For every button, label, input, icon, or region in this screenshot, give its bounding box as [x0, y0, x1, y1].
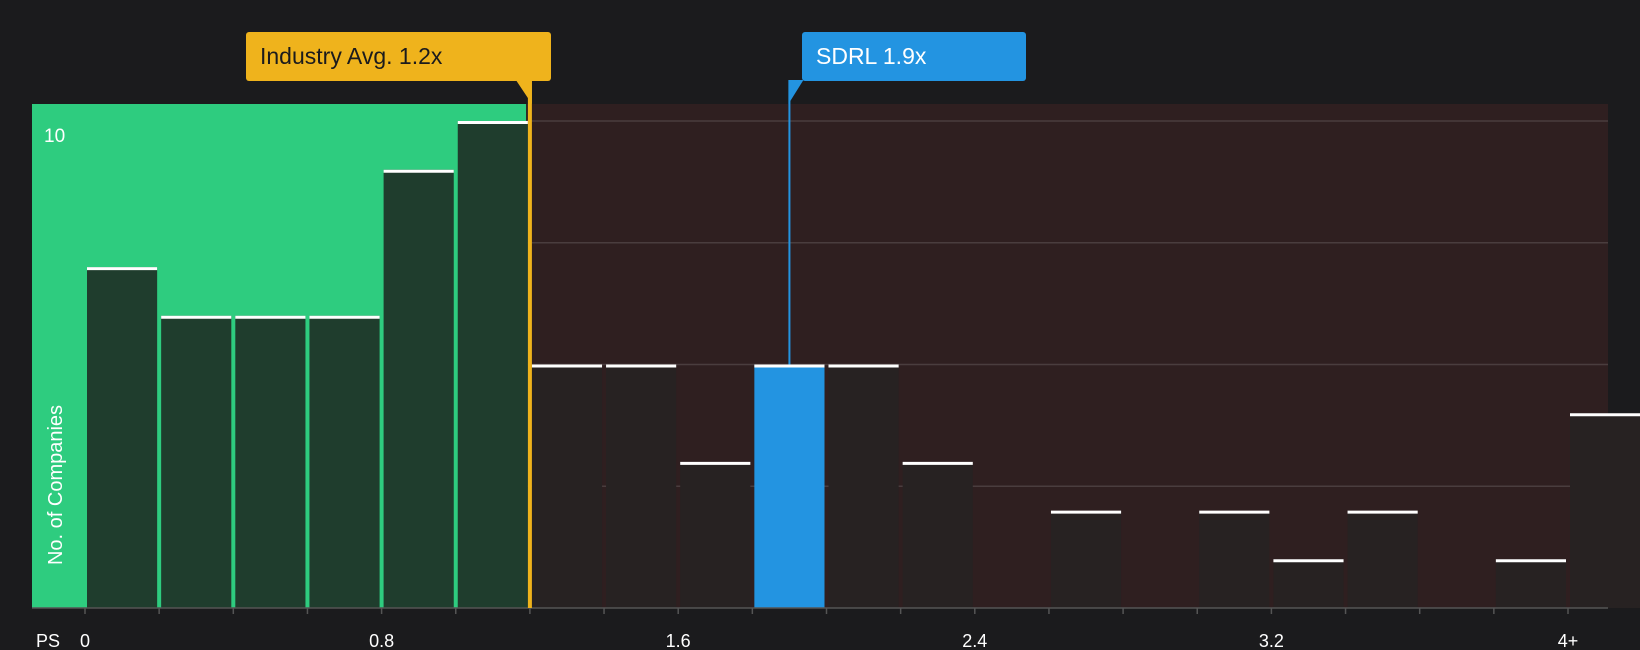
bar-5 — [457, 121, 528, 608]
bar-13 — [1050, 510, 1122, 608]
bar-11 — [902, 461, 973, 608]
bar-6 — [531, 364, 603, 608]
bar-8 — [680, 461, 751, 608]
bar-16 — [1273, 559, 1344, 608]
y-tick-label-0: 10 — [44, 126, 65, 147]
y-axis-ticks: 10 — [44, 126, 65, 147]
x-tick-label-2: 1.6 — [666, 631, 691, 650]
bar-19 — [1495, 559, 1566, 608]
bar-10 — [828, 364, 899, 608]
x-tick-label-5: 4+ — [1558, 631, 1579, 650]
industry-avg-callout: Industry Avg. 1.2x — [246, 32, 551, 81]
bar-2 — [235, 315, 306, 608]
x-tick-label-3: 2.4 — [962, 631, 987, 650]
x-axis-title: PS — [36, 631, 60, 650]
y-axis-title: No. of Companies — [45, 405, 67, 565]
company-callout: SDRL 1.9x — [802, 32, 1026, 81]
bar-17 — [1347, 510, 1418, 608]
company-callout-pointer — [788, 80, 804, 104]
bar-7 — [606, 364, 677, 608]
x-tick-label-1: 0.8 — [369, 631, 394, 650]
x-tick-label-4: 3.2 — [1259, 631, 1284, 650]
bar-20 — [1570, 413, 1640, 608]
x-axis-ticks: 0 0.8 1.6 2.4 3.2 4+ — [80, 608, 1579, 650]
bar-15 — [1199, 510, 1270, 608]
bar-1 — [161, 315, 232, 608]
x-tick-label-0: 0 — [80, 631, 90, 650]
bar-0 — [87, 267, 158, 608]
bar-4 — [383, 169, 454, 608]
bar-3 — [309, 315, 380, 608]
bar-9 — [754, 364, 825, 608]
ps-histogram-chart: 0 0.8 1.6 2.4 3.2 4+ PS No. of Companies 10 — [32, 80, 1640, 650]
